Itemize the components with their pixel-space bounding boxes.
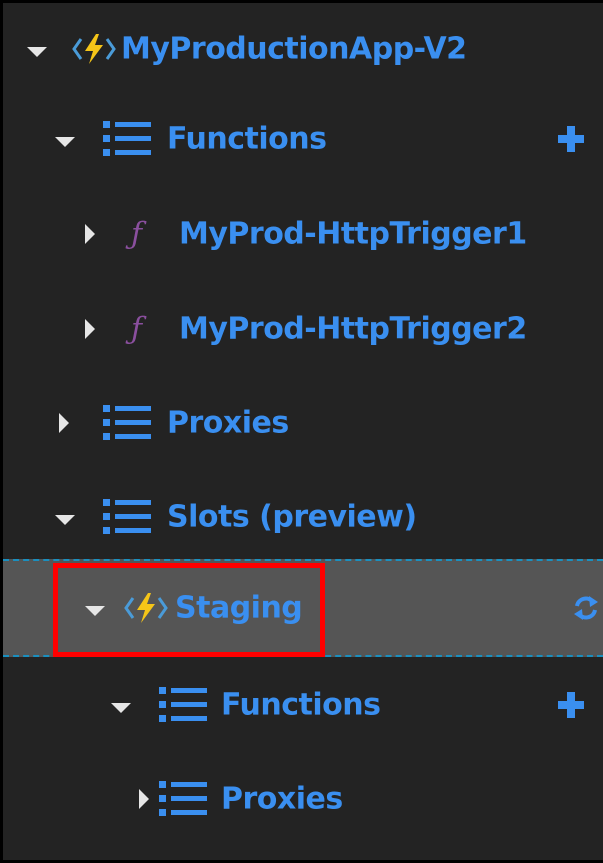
list-icon bbox=[159, 687, 207, 722]
plus-icon[interactable] bbox=[556, 690, 586, 720]
tree-item-label: MyProd-HttpTrigger2 bbox=[179, 311, 527, 347]
chevron-down-icon[interactable] bbox=[27, 47, 47, 57]
list-icon bbox=[103, 499, 151, 534]
highlight-annotation-box bbox=[53, 563, 325, 657]
list-icon bbox=[103, 405, 151, 440]
function-f-icon: ƒ bbox=[131, 311, 143, 347]
tree-item-staging-proxies[interactable]: Proxies bbox=[3, 751, 603, 847]
tree-item-label: MyProductionApp-V2 bbox=[121, 31, 467, 67]
chevron-right-icon[interactable] bbox=[139, 789, 149, 809]
tree-item-function[interactable]: ƒ MyProd-HttpTrigger2 bbox=[3, 281, 603, 377]
tree-item-proxies[interactable]: Proxies bbox=[3, 375, 603, 471]
chevron-right-icon[interactable] bbox=[85, 319, 95, 339]
tree-item-slots[interactable]: Slots (preview) bbox=[3, 469, 603, 565]
function-app-bolt-icon bbox=[72, 34, 116, 64]
tree-item-label: Proxies bbox=[167, 405, 289, 441]
tree-item-app[interactable]: MyProductionApp-V2 bbox=[3, 3, 603, 97]
tree-item-functions[interactable]: Functions bbox=[3, 91, 603, 187]
tree-item-label: Functions bbox=[221, 687, 381, 723]
refresh-icon[interactable] bbox=[571, 593, 601, 623]
tree-item-staging-functions[interactable]: Functions bbox=[3, 657, 603, 753]
tree-item-label: Functions bbox=[167, 121, 327, 157]
chevron-down-icon[interactable] bbox=[111, 703, 131, 713]
resource-tree-panel: MyProductionApp-V2 Functions ƒ MyProd-Ht… bbox=[0, 0, 603, 863]
list-icon bbox=[159, 781, 207, 816]
list-icon bbox=[103, 121, 151, 156]
chevron-down-icon[interactable] bbox=[55, 137, 75, 147]
tree-item-label: Slots (preview) bbox=[167, 499, 417, 535]
chevron-down-icon[interactable] bbox=[55, 515, 75, 525]
tree-item-label: Proxies bbox=[221, 781, 343, 817]
tree-item-function[interactable]: ƒ MyProd-HttpTrigger1 bbox=[3, 186, 603, 282]
plus-icon[interactable] bbox=[556, 124, 586, 154]
tree-item-label: MyProd-HttpTrigger1 bbox=[179, 216, 527, 252]
chevron-right-icon[interactable] bbox=[85, 224, 95, 244]
chevron-right-icon[interactable] bbox=[59, 413, 69, 433]
function-f-icon: ƒ bbox=[131, 216, 143, 252]
